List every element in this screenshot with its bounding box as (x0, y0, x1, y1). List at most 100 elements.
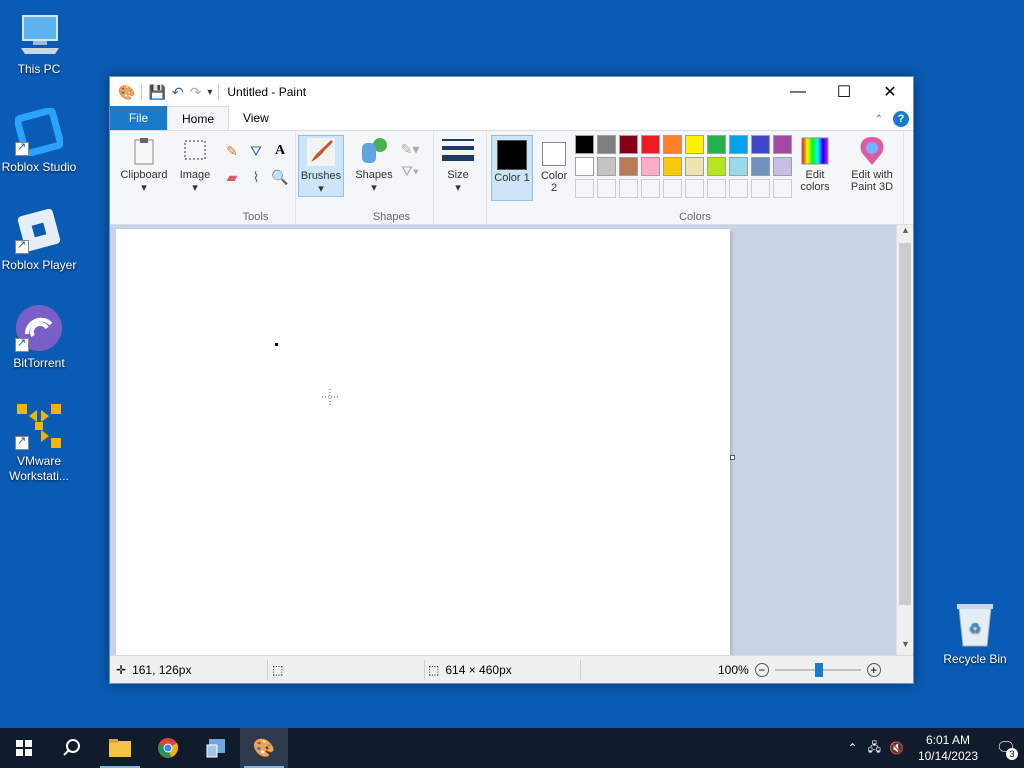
palette-swatch[interactable] (641, 135, 660, 154)
desktop-icon-roblox-studio[interactable]: Roblox Studio (0, 107, 79, 174)
palette-swatch[interactable] (619, 157, 638, 176)
help-icon[interactable]: ? (893, 111, 909, 127)
outline-icon[interactable]: ✎▾ (400, 139, 420, 159)
start-button[interactable] (0, 728, 48, 768)
zoom-slider[interactable] (774, 663, 861, 677)
custom-color-slot[interactable] (729, 179, 748, 198)
pencil-icon[interactable]: ✎ (222, 141, 242, 161)
brushes-button[interactable]: Brushes ▾ (298, 135, 344, 197)
zoom-out-icon[interactable]: − (754, 663, 769, 677)
tab-view[interactable]: View (229, 106, 283, 130)
custom-color-slot[interactable] (685, 179, 704, 198)
palette-swatch[interactable] (641, 157, 660, 176)
color2-button[interactable]: Color 2 (537, 135, 571, 194)
customize-qat-icon[interactable]: ▾ (207, 87, 212, 98)
desktop-icon-vmware[interactable]: VMware Workstati... (0, 402, 79, 484)
desktop-icon-label: BitTorrent (13, 356, 65, 370)
canvas-workspace (110, 225, 897, 655)
palette-swatch[interactable] (773, 135, 792, 154)
tab-home[interactable]: Home (167, 106, 230, 130)
selection-icon: ⬚ (272, 663, 284, 677)
palette-swatch[interactable] (619, 135, 638, 154)
paint-app-icon: 🎨 (118, 83, 136, 100)
volume-muted-icon[interactable]: 🔇 (885, 741, 908, 755)
redo-icon[interactable]: ↷ (190, 84, 202, 101)
zoom-slider-thumb[interactable] (814, 663, 823, 677)
magnifier-icon[interactable]: 🔍 (270, 167, 290, 187)
paint3d-label: Edit with Paint 3D (850, 169, 894, 193)
scroll-up-icon[interactable]: ▲ (897, 225, 914, 241)
shapes-button[interactable]: Shapes ▾ (354, 135, 394, 194)
size-label: Size (447, 169, 469, 181)
move-cursor-icon: ✛ (116, 663, 127, 677)
custom-color-slot[interactable] (641, 179, 660, 198)
window-controls: — ☐ ✕ (775, 77, 913, 107)
custom-color-slot[interactable] (751, 179, 770, 198)
tab-file[interactable]: File (110, 106, 167, 130)
desktop-icon-roblox-player[interactable]: Roblox Player (0, 206, 79, 272)
color-picker-icon[interactable]: ⌇ (246, 167, 266, 187)
search-button[interactable] (48, 728, 96, 768)
palette-swatch[interactable] (773, 157, 792, 176)
drawing-canvas[interactable] (116, 229, 730, 655)
text-icon[interactable]: A (270, 141, 290, 161)
clipboard-button[interactable]: Clipboard ▾ (116, 135, 172, 194)
custom-color-slot[interactable] (773, 179, 792, 198)
action-center-button[interactable]: 🗨 3 (988, 728, 1024, 768)
custom-color-slot[interactable] (707, 179, 726, 198)
undo-icon[interactable]: ↶ (172, 84, 184, 101)
palette-swatch[interactable] (575, 157, 594, 176)
palette-swatch[interactable] (597, 157, 616, 176)
palette-swatch[interactable] (729, 135, 748, 154)
edit-colors-button[interactable]: Edit colors (795, 135, 835, 193)
save-icon[interactable]: 💾 (148, 84, 165, 101)
palette-swatch[interactable] (575, 135, 594, 154)
fill-icon[interactable]: ⛛ (246, 141, 266, 161)
palette-swatch[interactable] (707, 157, 726, 176)
desktop-icon-label: Recycle Bin (943, 652, 1007, 666)
vertical-scrollbar[interactable]: ▲ ▼ (896, 225, 913, 655)
maximize-button[interactable]: ☐ (821, 77, 867, 107)
collapse-ribbon-icon[interactable]: ⌃ (875, 114, 883, 125)
palette-swatch[interactable] (663, 135, 682, 154)
palette-swatch[interactable] (729, 157, 748, 176)
palette-swatch[interactable] (663, 157, 682, 176)
scroll-thumb[interactable] (899, 243, 911, 605)
scroll-down-icon[interactable]: ▼ (897, 639, 914, 655)
taskbar-file-explorer[interactable] (96, 728, 144, 768)
network-icon[interactable]: 🖧 (864, 738, 885, 759)
taskbar-chrome[interactable] (144, 728, 192, 768)
image-button[interactable]: Image ▾ (176, 135, 214, 194)
app-icon (206, 739, 225, 758)
desktop-icon-label: Roblox Player (1, 258, 77, 272)
bittorrent-icon (15, 304, 63, 352)
taskbar-paint[interactable]: 🎨 (240, 728, 288, 768)
custom-color-slot[interactable] (575, 179, 594, 198)
palette-swatch[interactable] (707, 135, 726, 154)
palette-swatch[interactable] (685, 135, 704, 154)
palette-swatch[interactable] (597, 135, 616, 154)
palette-swatch[interactable] (751, 157, 770, 176)
shape-fill-icon[interactable]: ⛛▾ (400, 161, 420, 181)
eraser-icon[interactable]: ▰ (222, 167, 242, 187)
show-hidden-icons-icon[interactable]: ⌃ (842, 741, 864, 755)
minimize-button[interactable]: — (775, 77, 821, 107)
desktop-icon-this-pc[interactable]: This PC (0, 10, 79, 76)
canvas-resize-handle[interactable] (730, 455, 735, 460)
desktop-icon-recycle-bin[interactable]: ♻ Recycle Bin (935, 600, 1015, 666)
custom-color-slot[interactable] (663, 179, 682, 198)
color1-button[interactable]: Color 1 (491, 135, 533, 201)
clock[interactable]: 6:01 AM 10/14/2023 (908, 732, 988, 764)
custom-color-slot[interactable] (597, 179, 616, 198)
zoom-controls: 100% − + (718, 656, 881, 684)
size-button[interactable]: Size ▾ (438, 135, 478, 194)
palette-swatch[interactable] (685, 157, 704, 176)
close-button[interactable]: ✕ (867, 77, 913, 107)
zoom-in-icon[interactable]: + (866, 663, 881, 677)
shapes-group-label: Shapes (372, 211, 411, 223)
custom-color-slot[interactable] (619, 179, 638, 198)
edit-with-paint3d-button[interactable]: Edit with Paint 3D (846, 135, 898, 193)
palette-swatch[interactable] (751, 135, 770, 154)
taskbar-app-installer[interactable] (192, 728, 240, 768)
desktop-icon-bittorrent[interactable]: BitTorrent (0, 304, 79, 370)
